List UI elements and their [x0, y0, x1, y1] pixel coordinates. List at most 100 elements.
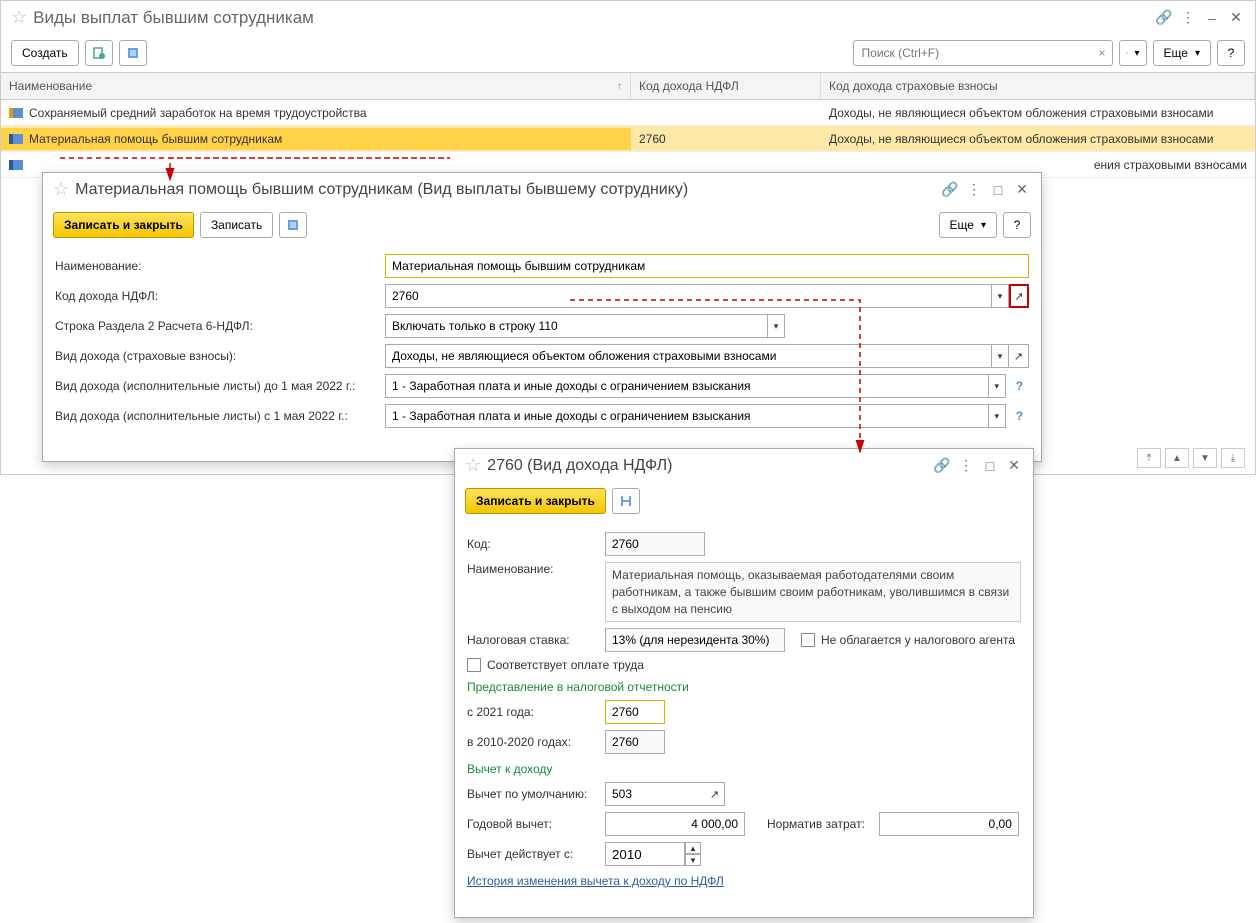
- create-button[interactable]: Создать: [11, 40, 79, 66]
- dropdown-icon[interactable]: ▾: [991, 284, 1009, 308]
- favorite-star-icon[interactable]: ☆: [53, 179, 69, 200]
- help-button[interactable]: ?: [1003, 212, 1031, 238]
- exec-before-input[interactable]: [385, 374, 988, 398]
- section-deduction: Вычет к доходу: [467, 762, 1021, 776]
- magnifier-icon: [1126, 47, 1128, 59]
- link-icon[interactable]: 🔗: [933, 457, 951, 475]
- table-row[interactable]: Материальная помощь бывшим сотрудникам 2…: [1, 126, 1255, 152]
- copy-icon: [92, 46, 106, 60]
- label-in2010: в 2010-2020 годах:: [467, 735, 597, 749]
- main-window-header: ☆ Виды выплат бывшим сотрудникам 🔗 ⋮ – ✕: [1, 1, 1255, 34]
- more-button[interactable]: Еще: [939, 212, 997, 238]
- dropdown-icon[interactable]: ▾: [991, 344, 1009, 368]
- annual-input[interactable]: [605, 812, 745, 836]
- save-close-button[interactable]: Записать и закрыть: [53, 212, 194, 238]
- nav-up-icon[interactable]: ▲: [1165, 448, 1189, 468]
- ndfl-input[interactable]: [385, 284, 991, 308]
- win2-toolbar: Записать и закрыть Записать Еще ?: [43, 206, 1041, 244]
- spin-up-icon[interactable]: ▲: [685, 842, 701, 854]
- copy-button[interactable]: [85, 40, 113, 66]
- column-insurance[interactable]: Код дохода страховые взносы: [821, 73, 1255, 99]
- nav-last-icon[interactable]: ⤓: [1221, 448, 1245, 468]
- in2010-input: [605, 730, 665, 754]
- dropdown-icon[interactable]: ▾: [988, 374, 1006, 398]
- open-button[interactable]: ↗: [705, 782, 725, 806]
- search-button[interactable]: [1119, 40, 1147, 66]
- row6-input[interactable]: [385, 314, 767, 338]
- favorite-star-icon[interactable]: ☆: [465, 455, 481, 476]
- payment-type-window: ☆ Материальная помощь бывшим сотрудникам…: [42, 172, 1042, 462]
- open-button[interactable]: ↗: [1009, 344, 1029, 368]
- section-reporting: Представление в налоговой отчетности: [467, 680, 1021, 694]
- more-menu-icon[interactable]: ⋮: [957, 457, 975, 475]
- label-insurance: Вид дохода (страховые взносы):: [55, 349, 377, 363]
- close-icon[interactable]: ✕: [1013, 181, 1031, 199]
- open-ndfl-button[interactable]: ↗: [1009, 284, 1029, 308]
- norm-input[interactable]: [879, 812, 1019, 836]
- save-button[interactable]: Записать: [200, 212, 273, 238]
- label-exec-after: Вид дохода (исполнительные листы) с 1 ма…: [55, 409, 377, 423]
- grid-header: Наименование↑ Код дохода НДФЛ Код дохода…: [1, 73, 1255, 100]
- minimize-icon[interactable]: –: [1203, 9, 1221, 27]
- column-ndfl[interactable]: Код дохода НДФЛ: [631, 73, 821, 99]
- dropdown-icon[interactable]: ▾: [988, 404, 1006, 428]
- search-input-wrap: ×: [853, 40, 1113, 66]
- grid-nav: ⤒ ▲ ▼ ⤓: [1137, 448, 1245, 468]
- nav-first-icon[interactable]: ⤒: [1137, 448, 1161, 468]
- label-name: Наименование:: [55, 259, 377, 273]
- exec-after-input[interactable]: [385, 404, 988, 428]
- maximize-icon[interactable]: □: [989, 181, 1007, 199]
- save-icon-button[interactable]: [612, 488, 640, 514]
- code-input: [605, 532, 705, 556]
- list-button[interactable]: [279, 212, 307, 238]
- list-button[interactable]: [119, 40, 147, 66]
- deduction-input[interactable]: [605, 782, 705, 806]
- search-input[interactable]: [854, 46, 1093, 60]
- nav-down-icon[interactable]: ▼: [1193, 448, 1217, 468]
- field-help-icon[interactable]: ?: [1010, 374, 1029, 398]
- main-grid: Наименование↑ Код дохода НДФЛ Код дохода…: [1, 72, 1255, 178]
- dropdown-icon[interactable]: ▾: [767, 314, 785, 338]
- not-taxed-label: Не облагается у налогового агента: [821, 633, 1015, 647]
- history-link[interactable]: История изменения вычета к доходу по НДФ…: [467, 874, 724, 888]
- label-annual: Годовой вычет:: [467, 817, 597, 831]
- list-icon: [286, 218, 300, 232]
- row-icon: [9, 108, 23, 118]
- help-button[interactable]: ?: [1217, 40, 1245, 66]
- name-input[interactable]: [385, 254, 1029, 278]
- label-rate: Налоговая ставка:: [467, 633, 597, 647]
- field-help-icon[interactable]: ?: [1010, 404, 1029, 428]
- main-title: Виды выплат бывшим сотрудникам: [33, 8, 1149, 28]
- win2-title: Материальная помощь бывшим сотрудникам (…: [75, 181, 935, 199]
- link-icon[interactable]: 🔗: [1155, 9, 1173, 27]
- not-taxed-checkbox[interactable]: [801, 633, 815, 647]
- rate-input: [605, 628, 785, 652]
- column-name[interactable]: Наименование↑: [1, 73, 631, 99]
- validfrom-input[interactable]: [605, 842, 685, 866]
- from2021-input[interactable]: [605, 700, 665, 724]
- search-clear-icon[interactable]: ×: [1093, 46, 1112, 60]
- maximize-icon[interactable]: □: [981, 457, 999, 475]
- spin-down-icon[interactable]: ▼: [685, 854, 701, 866]
- main-toolbar: Создать × Еще ?: [1, 34, 1255, 72]
- close-icon[interactable]: ✕: [1227, 9, 1245, 27]
- label-norm: Норматив затрат:: [767, 817, 865, 831]
- more-menu-icon[interactable]: ⋮: [965, 181, 983, 199]
- link-icon[interactable]: 🔗: [941, 181, 959, 199]
- favorite-star-icon[interactable]: ☆: [11, 7, 27, 28]
- close-icon[interactable]: ✕: [1005, 457, 1023, 475]
- table-row[interactable]: Сохраняемый средний заработок на время т…: [1, 100, 1255, 126]
- row-icon: [9, 160, 23, 170]
- corresponds-checkbox[interactable]: [467, 658, 481, 672]
- save-close-button[interactable]: Записать и закрыть: [465, 488, 606, 514]
- sort-asc-icon: ↑: [617, 81, 622, 92]
- ndfl-code-window: ☆ 2760 (Вид дохода НДФЛ) 🔗 ⋮ □ ✕ Записат…: [454, 448, 1034, 918]
- row-icon: [9, 134, 23, 144]
- insurance-input[interactable]: [385, 344, 991, 368]
- more-menu-icon[interactable]: ⋮: [1179, 9, 1197, 27]
- more-button[interactable]: Еще: [1153, 40, 1211, 66]
- label-exec-before: Вид дохода (исполнительные листы) до 1 м…: [55, 379, 377, 393]
- validfrom-spinner: ▲▼: [605, 842, 701, 866]
- win2-form: Наименование: Код дохода НДФЛ: ▾ ↗ Строк…: [43, 244, 1041, 438]
- label-desc: Наименование:: [467, 562, 597, 576]
